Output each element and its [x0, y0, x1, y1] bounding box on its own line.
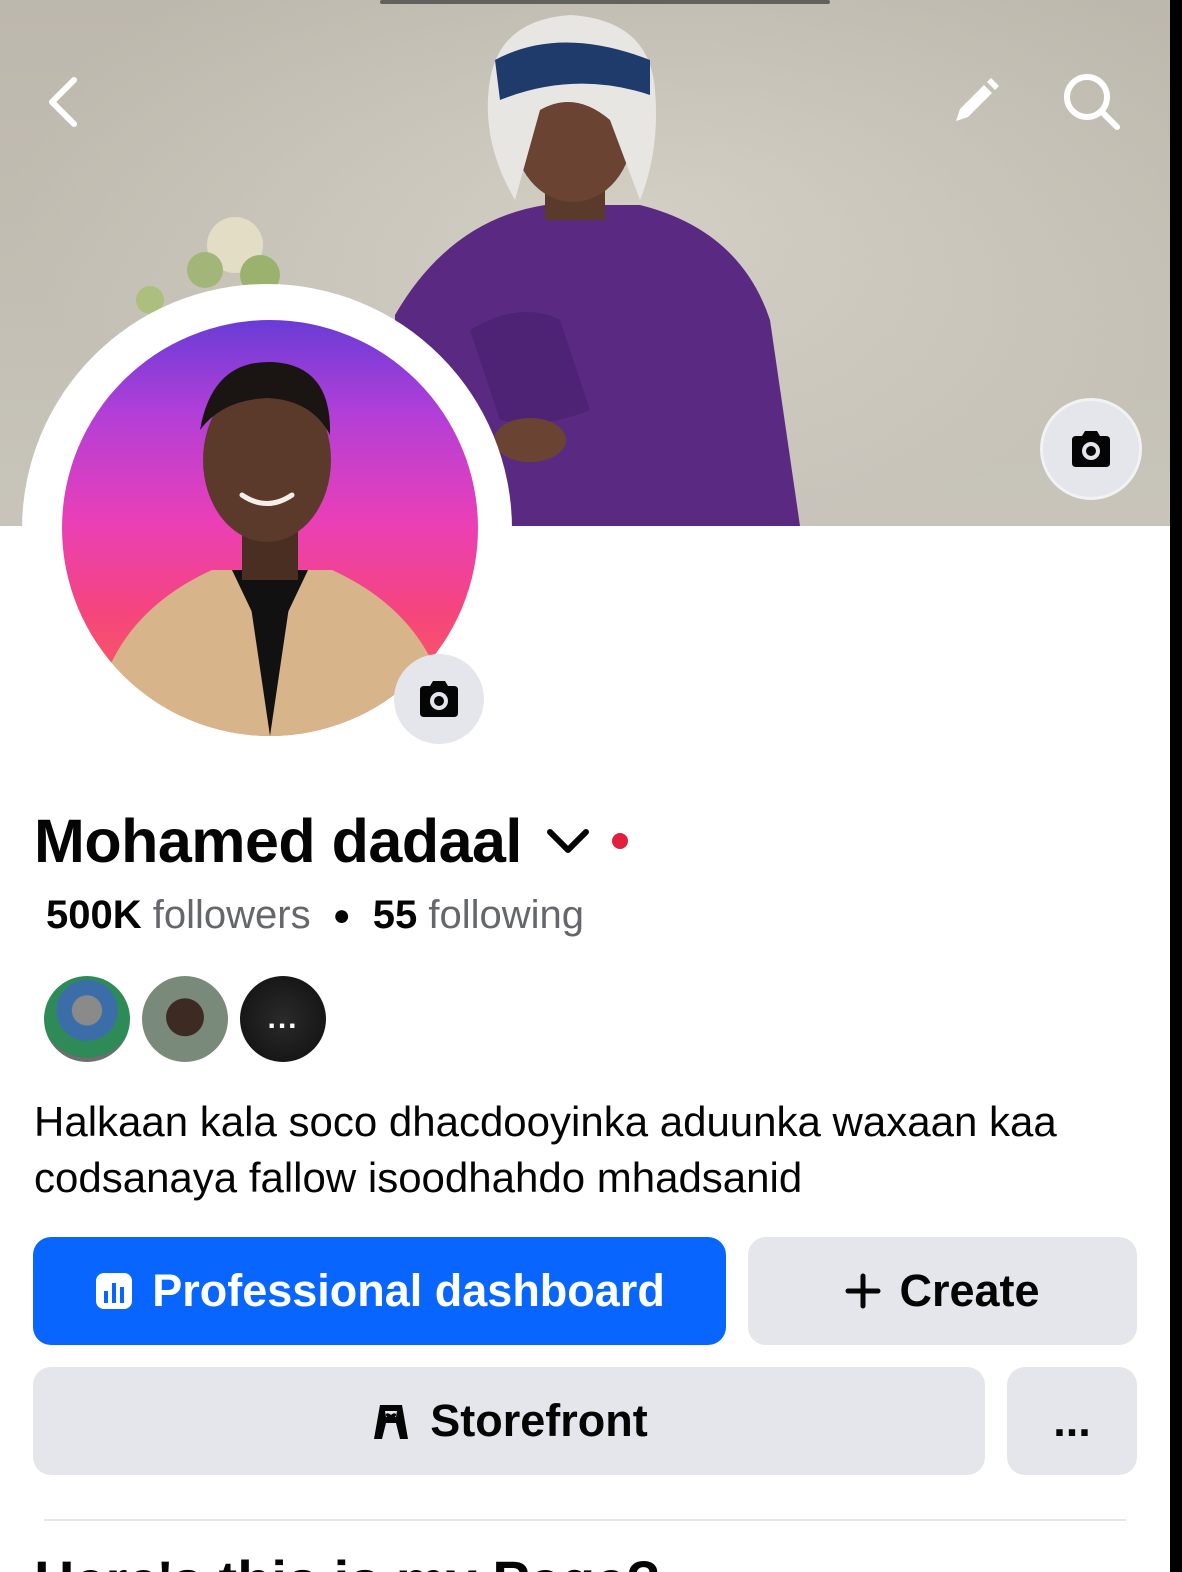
professional-dashboard-label: Professional dashboard [152, 1265, 665, 1316]
search-icon [1064, 74, 1120, 130]
followers-link[interactable]: 500K followers [46, 893, 311, 938]
pencil-icon [956, 78, 999, 121]
professional-dashboard-button[interactable]: Professional dashboard [33, 1237, 726, 1345]
cover-camera-button[interactable] [1040, 398, 1142, 500]
followers-count: 500K [46, 893, 142, 937]
profile-name: Mohamed dadaal [34, 807, 522, 875]
section-divider [44, 1519, 1126, 1521]
dashboard-icon [94, 1271, 134, 1311]
storefront-button[interactable]: Storefront [33, 1367, 985, 1475]
profile-name-row: Mohamed dadaal [34, 806, 628, 876]
notification-dot [611, 833, 628, 849]
back-arrow-icon [49, 77, 77, 127]
follow-stats: 500K followers ● 55 following [46, 893, 584, 938]
next-section-heading: Here's this is my Page? [34, 1548, 660, 1572]
following-link[interactable]: 55 following [373, 893, 584, 938]
camera-icon [1072, 431, 1110, 467]
create-button[interactable]: Create [748, 1237, 1137, 1345]
chevron-down-icon [546, 829, 589, 853]
search-button[interactable] [1052, 62, 1132, 142]
more-options-button[interactable]: ... [1007, 1367, 1137, 1475]
edit-button[interactable] [935, 62, 1015, 142]
more-options-label: ... [1053, 1395, 1091, 1446]
friends-preview: ... [44, 976, 326, 1062]
profile-camera-button[interactable] [394, 654, 484, 744]
create-label: Create [899, 1265, 1040, 1316]
friend-avatar[interactable] [44, 976, 130, 1062]
stats-separator: ● [332, 898, 351, 932]
plus-icon [845, 1273, 881, 1309]
profile-page: Mohamed dadaal 500K followers ● 55 follo… [0, 0, 1170, 1572]
more-friends-button[interactable]: ... [240, 976, 326, 1062]
followers-label: followers [152, 893, 311, 937]
profile-bio: Halkaan kala soco dhacdooyinka aduunka w… [34, 1098, 1057, 1201]
following-label: following [428, 893, 584, 937]
camera-icon [420, 681, 458, 717]
storefront-icon [370, 1401, 412, 1441]
back-button[interactable] [24, 62, 104, 142]
status-bar-edge [380, 0, 830, 4]
screen-edge [1170, 0, 1182, 1572]
storefront-label: Storefront [430, 1395, 648, 1446]
more-friends-label: ... [267, 1002, 299, 1035]
profile-switcher-button[interactable] [544, 821, 592, 861]
following-count: 55 [372, 893, 418, 937]
friend-avatar[interactable] [142, 976, 228, 1062]
